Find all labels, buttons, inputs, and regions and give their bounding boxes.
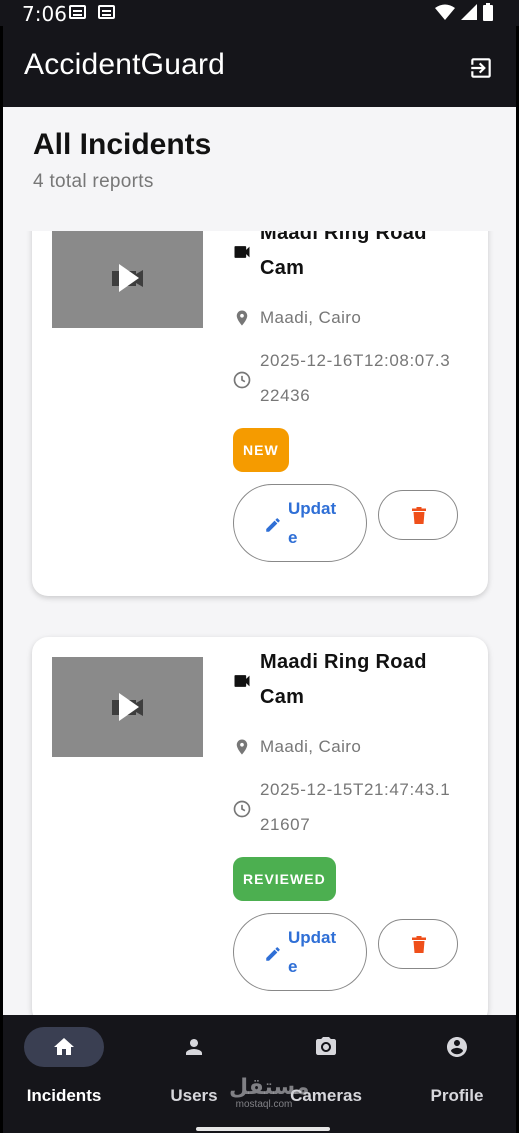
app-bar: AccidentGuard: [0, 26, 519, 107]
watermark-subtext: mostaql.com: [235, 1099, 293, 1110]
incident-location: Maadi, Cairo: [260, 737, 362, 756]
incident-list[interactable]: Maadi Ring Road Cam Maadi, Cairo 2025-12…: [3, 231, 516, 1015]
nav-item-incidents[interactable]: Incidents: [9, 1027, 119, 1107]
update-button-label: Update: [288, 928, 337, 976]
edit-icon: [266, 947, 280, 961]
camera-name: Maadi Ring Road Cam: [260, 651, 427, 708]
location-pin-icon: [236, 739, 248, 755]
play-icon: [112, 693, 143, 721]
home-icon: [54, 1038, 74, 1055]
incident-location: Maadi, Cairo: [260, 308, 362, 327]
logout-icon[interactable]: [468, 55, 494, 81]
page-subtitle: 4 total reports: [33, 171, 154, 192]
nav-item-profile[interactable]: Profile: [402, 1027, 512, 1107]
update-button-label: Update: [288, 499, 337, 547]
account-circle-icon: [447, 1037, 467, 1057]
play-icon: [112, 264, 143, 292]
status-time: 7:06: [22, 2, 67, 26]
incident-timestamp: 2025-12-15T21:47:43.121607: [260, 780, 451, 834]
camera-name: Maadi Ring Road Cam: [260, 231, 427, 279]
update-button[interactable]: Update: [233, 484, 367, 562]
status-badge: NEW: [233, 428, 289, 472]
delete-button[interactable]: [378, 490, 458, 540]
videocam-icon: [234, 246, 250, 258]
incident-card[interactable]: Maadi Ring Road Cam Maadi, Cairo 2025-12…: [32, 231, 488, 596]
person-icon: [186, 1039, 202, 1055]
video-thumbnail[interactable]: [52, 231, 203, 328]
page-title: All Incidents: [33, 128, 212, 161]
main-content[interactable]: All Incidents 4 total reports Maadi Ring…: [0, 107, 519, 1015]
incident-card[interactable]: Maadi Ring Road Cam Maadi, Cairo 2025-12…: [32, 637, 488, 1015]
wifi-icon: [435, 4, 455, 20]
camera-icon: [316, 1037, 336, 1055]
signal-icon: [461, 4, 477, 20]
video-thumbnail[interactable]: [52, 657, 203, 757]
notification-icon: [98, 5, 115, 19]
bottom-navigation: Incidents Users Cameras Profile مستقل mo…: [0, 1015, 519, 1133]
update-button[interactable]: Update: [233, 913, 367, 991]
trash-icon: [412, 507, 426, 524]
clock-icon: [233, 371, 251, 389]
trash-icon: [412, 936, 426, 953]
delete-button[interactable]: [378, 919, 458, 969]
edit-icon: [266, 518, 280, 532]
nav-label: Profile: [430, 1086, 484, 1105]
location-pin-icon: [236, 310, 248, 326]
incident-timestamp: 2025-12-16T12:08:07.322436: [260, 351, 451, 405]
home-indicator[interactable]: [196, 1127, 330, 1131]
battery-icon: [483, 3, 493, 21]
nav-label: Incidents: [26, 1086, 102, 1105]
videocam-icon: [234, 675, 250, 687]
clock-icon: [233, 800, 251, 818]
watermark-text: مستقل: [229, 1075, 310, 1100]
app-title: AccidentGuard: [24, 48, 226, 81]
notification-icon: [69, 5, 86, 19]
watermark-logo: مستقل mostaql.com: [229, 1075, 310, 1111]
status-badge: REVIEWED: [233, 857, 336, 901]
status-bar: 7:06: [0, 0, 519, 26]
